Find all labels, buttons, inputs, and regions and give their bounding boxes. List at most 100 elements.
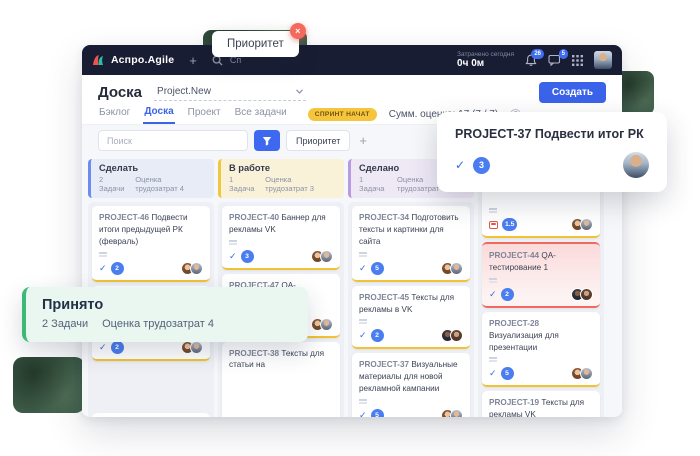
- task-callout-title: PROJECT-37 Подвести итог РК: [455, 127, 649, 141]
- avatar: [320, 318, 333, 331]
- column-task-count: 2 Задачи: [99, 175, 128, 193]
- task-code: PROJECT-44: [489, 251, 539, 260]
- estimate-badge: 2: [111, 262, 124, 275]
- task-code: PROJECT-46: [99, 213, 149, 222]
- estimate-badge: 5: [371, 262, 384, 275]
- tab-backlog[interactable]: Бэклог: [98, 105, 131, 123]
- task-card-footer: ✓5: [359, 262, 463, 275]
- sprint-status-badge: СПРИНТ НАЧАТ: [308, 108, 377, 121]
- task-card-footer: ✓3: [229, 250, 333, 263]
- column-estimate: Оценка трудозатрат 3: [265, 175, 336, 193]
- column-lane: PROJECT-34 Подготовить тексты и картинки…: [348, 202, 474, 417]
- check-icon: ✓: [99, 264, 107, 273]
- assignee-avatars: [571, 288, 593, 301]
- user-avatar[interactable]: [594, 51, 612, 69]
- priority-filter-chip[interactable]: Приоритет: [286, 130, 350, 151]
- assignee-avatars: [441, 262, 463, 275]
- task-text: PROJECT-46 Подвести итоги предыдущей РК …: [99, 212, 203, 248]
- task-card[interactable]: PROJECT-28 Визуализация для презентации ✓…: [482, 312, 600, 388]
- check-icon: ✓: [359, 411, 367, 417]
- time-tracker-label: Затрачено сегодня: [457, 51, 514, 58]
- check-icon: ✓: [359, 264, 367, 273]
- task-card[interactable]: PROJECT-40 Баннер для рекламы VK✓3: [222, 206, 340, 270]
- time-tracker-value: 0ч 0м: [457, 58, 514, 70]
- estimate-badge: 3: [241, 250, 254, 263]
- accepted-title: Принято: [42, 297, 292, 313]
- task-card-footer: ✓2: [359, 329, 463, 342]
- assignee-avatars: [311, 250, 333, 263]
- task-callout-card[interactable]: PROJECT-37 Подвести итог РК ✓ 3: [437, 112, 667, 192]
- board-column: Сделано1 ЗадачаОценка трудозатратPROJECT…: [348, 159, 474, 417]
- filter-button[interactable]: [254, 130, 280, 151]
- check-icon: ✓: [489, 290, 497, 299]
- task-card[interactable]: PROJECT-34 Подготовить тексты и картинки…: [352, 206, 470, 282]
- priority-tooltip: Приоритет ×: [212, 31, 299, 57]
- page-title: Доска: [98, 84, 142, 101]
- avatar: [190, 262, 203, 275]
- assignee-avatars: [571, 367, 593, 380]
- avatar: [190, 341, 203, 354]
- estimate-badge: 1.5: [502, 218, 517, 231]
- estimate-badge: 2: [501, 288, 514, 301]
- app-window: Аспро.Agile + Сп Затрачено сегодня 0ч 0м…: [82, 45, 622, 417]
- description-icon: [99, 252, 107, 254]
- column-meta: 2 ЗадачиОценка трудозатрат 4: [99, 175, 206, 193]
- avatar: [320, 250, 333, 263]
- deadline-icon: [489, 221, 498, 229]
- notifications-badge: 26: [531, 49, 544, 59]
- task-card[interactable]: PROJECT-45 Тексты для рекламы в VK✓2: [352, 286, 470, 350]
- task-code: PROJECT-37: [359, 360, 409, 369]
- apps-grid-icon[interactable]: [572, 55, 583, 66]
- messages-badge: 5: [559, 49, 568, 59]
- column-task-count: 1 Задача: [229, 175, 258, 193]
- task-text: PROJECT-28 Визуализация для презентации: [489, 318, 593, 354]
- task-code: PROJECT-45: [359, 293, 409, 302]
- description-icon: [359, 319, 367, 321]
- task-card[interactable]: PROJECT-19 Тексты для рекламы VK✓5: [482, 391, 600, 417]
- search-input[interactable]: [98, 130, 248, 151]
- task-card[interactable]: PROJECT-44 QA-тестирование 1✓2: [482, 242, 600, 308]
- project-select[interactable]: Project.New: [154, 84, 306, 101]
- assignee-avatars: [181, 341, 203, 354]
- tab-board[interactable]: Доска: [143, 104, 174, 124]
- task-text: PROJECT-34 Подготовить тексты и картинки…: [359, 212, 463, 248]
- assignee-avatars: [181, 262, 203, 275]
- description-icon: [359, 252, 367, 254]
- tab-project[interactable]: Проект: [187, 105, 222, 123]
- task-card-footer: ✓2: [99, 262, 203, 275]
- add-filter-button[interactable]: +: [359, 133, 367, 148]
- column-title: В работе: [229, 163, 336, 173]
- task-card-footer: ✓5: [489, 367, 593, 380]
- task-card[interactable]: PROJECT-48 Подвести итоги РК✓2: [92, 413, 210, 417]
- assignee-avatar: [623, 152, 649, 178]
- description-icon: [489, 357, 497, 359]
- messages-button[interactable]: 5: [548, 54, 561, 66]
- assignee-avatars: [441, 409, 463, 417]
- avatar: [450, 329, 463, 342]
- accepted-estimate: Оценка трудозатрат 4: [102, 318, 214, 330]
- accepted-status-callout: Принято 2 Задачи Оценка трудозатрат 4: [22, 287, 308, 342]
- estimate-badge: 2: [371, 329, 384, 342]
- notifications-button[interactable]: 26: [525, 54, 537, 67]
- task-card[interactable]: PROJECT-37 Визуальные материалы для ново…: [352, 353, 470, 417]
- task-card[interactable]: PROJECT-46 Подвести итоги предыдущей РК …: [92, 206, 210, 282]
- column-header: В работе 1 Задача Оценка трудозатрат 3: [218, 159, 344, 198]
- task-card-footer: ✓5: [359, 409, 463, 417]
- task-card-footer: ✓2: [489, 288, 593, 301]
- check-icon: ✓: [99, 343, 107, 352]
- quick-add-button[interactable]: +: [189, 54, 197, 67]
- top-navigation-bar: Аспро.Agile + Сп Затрачено сегодня 0ч 0м…: [82, 45, 622, 75]
- estimate-badge: 5: [371, 409, 384, 417]
- close-icon[interactable]: ×: [290, 23, 306, 39]
- column-title: Сделать: [99, 163, 206, 173]
- chevron-down-icon: [296, 89, 303, 94]
- estimate-badge: 5: [501, 367, 514, 380]
- create-button[interactable]: Создать: [539, 82, 606, 103]
- tab-all-tasks[interactable]: Все задачи: [234, 105, 288, 123]
- estimate-badge: 2: [111, 341, 124, 354]
- board-column: 1.5PROJECT-44 QA-тестирование 1✓2PROJECT…: [478, 159, 604, 417]
- description-icon: [359, 399, 367, 401]
- app-title: Аспро.Agile: [111, 54, 174, 66]
- task-card[interactable]: PROJECT-38 Тексты для статьи натеории✓3: [222, 342, 340, 417]
- avatar: [450, 409, 463, 417]
